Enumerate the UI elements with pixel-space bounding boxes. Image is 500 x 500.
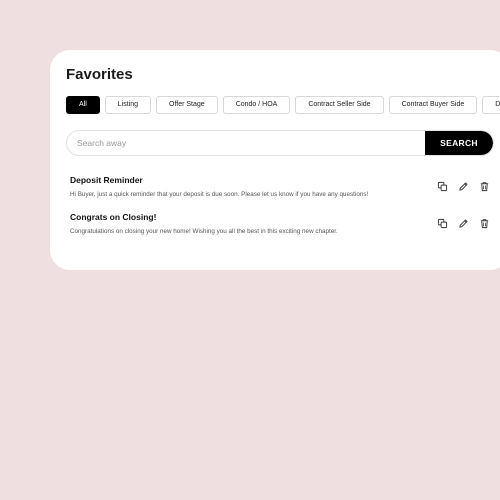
filter-chip-contract-buyer-side[interactable]: Contract Buyer Side xyxy=(388,96,478,114)
message-item[interactable]: Deposit Reminder Hi Buyer, just a quick … xyxy=(70,175,490,198)
message-item[interactable]: Congrats on Closing! Congratulations on … xyxy=(70,212,490,235)
message-title: Deposit Reminder xyxy=(70,175,143,185)
edit-icon[interactable] xyxy=(458,181,469,192)
copy-icon[interactable] xyxy=(437,181,448,192)
trash-icon[interactable] xyxy=(479,181,490,192)
message-actions xyxy=(437,181,490,192)
trash-icon[interactable] xyxy=(479,218,490,229)
search-button[interactable]: SEARCH xyxy=(425,131,493,155)
filter-chip-all[interactable]: All xyxy=(66,96,100,114)
message-actions xyxy=(437,218,490,229)
search-bar: SEARCH xyxy=(66,130,494,156)
filter-chips: All Listing Offer Stage Condo / HOA Cont… xyxy=(66,96,500,114)
message-body: Congratulations on closing your new home… xyxy=(70,228,338,235)
message-title: Congrats on Closing! xyxy=(70,212,157,222)
filter-chip-listing[interactable]: Listing xyxy=(104,96,152,114)
edit-icon[interactable] xyxy=(458,218,469,229)
filter-chip-offer-stage[interactable]: Offer Stage xyxy=(156,96,218,114)
filter-chip-condo-hoa[interactable]: Condo / HOA xyxy=(222,96,291,114)
filter-chip-deposits[interactable]: Deposits xyxy=(482,96,500,114)
favorites-card: Favorites All Listing Offer Stage Condo … xyxy=(50,50,500,270)
copy-icon[interactable] xyxy=(437,218,448,229)
search-input[interactable] xyxy=(67,131,429,155)
filter-chip-contract-seller-side[interactable]: Contract Seller Side xyxy=(295,96,384,114)
message-body: Hi Buyer, just a quick reminder that you… xyxy=(70,191,369,198)
page-title: Favorites xyxy=(66,66,133,83)
